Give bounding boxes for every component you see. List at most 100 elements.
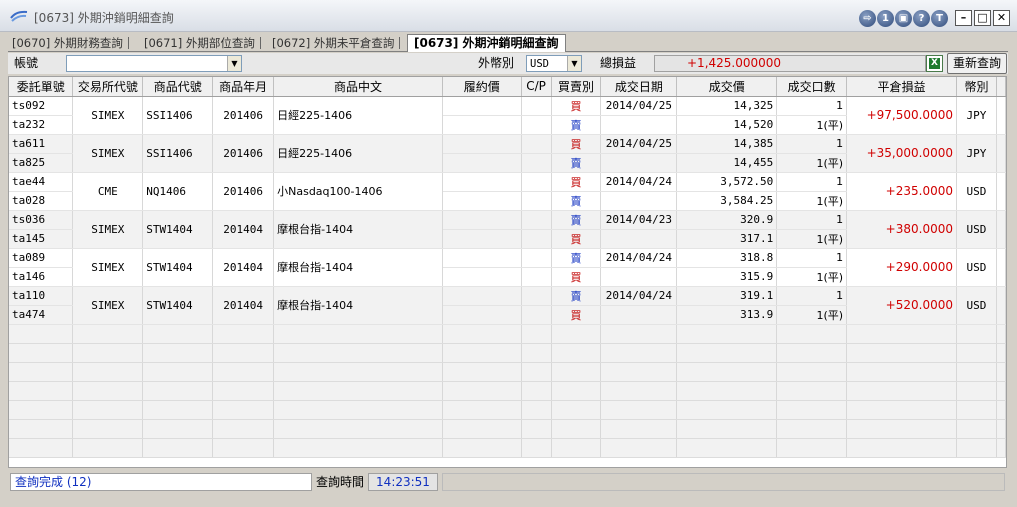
side-cell: 買 bbox=[551, 96, 602, 116]
empty-cell bbox=[442, 343, 522, 363]
minimize-icon[interactable]: – bbox=[955, 10, 972, 26]
requery-button[interactable]: 重新查詢 bbox=[947, 53, 1007, 74]
order-no-cell: ta474 bbox=[9, 305, 74, 325]
account-select[interactable]: ▼ bbox=[66, 55, 242, 72]
column-header[interactable]: 委託單號 bbox=[9, 77, 74, 97]
currency-cell: USD bbox=[956, 172, 997, 211]
column-header[interactable]: C/P bbox=[521, 77, 552, 97]
column-header[interactable]: 幣別 bbox=[956, 77, 997, 97]
empty-row bbox=[9, 400, 1006, 420]
trade-price-cell: 14,325 bbox=[676, 96, 778, 116]
product-month-cell: 201404 bbox=[212, 248, 275, 287]
product-month-cell: 201404 bbox=[212, 286, 275, 325]
empty-cell bbox=[273, 438, 443, 458]
currency-cell: JPY bbox=[956, 134, 997, 173]
trade-price-cell: 319.1 bbox=[676, 286, 778, 306]
empty-cell bbox=[442, 362, 522, 382]
currency-cell: USD bbox=[956, 286, 997, 325]
empty-cell bbox=[442, 324, 522, 344]
filler-cell bbox=[996, 172, 1006, 211]
query-time-label: 查詢時間 bbox=[316, 475, 365, 489]
empty-row bbox=[9, 438, 1006, 458]
empty-cell bbox=[776, 400, 848, 420]
side-cell: 買 bbox=[551, 134, 602, 154]
tab-0672[interactable]: [0672] 外期未平倉查詢 bbox=[272, 35, 401, 51]
empty-row bbox=[9, 362, 1006, 382]
table-row[interactable]: ts092 SIMEX SSI1406 201406 日經225-1406 買 2014/0… bbox=[9, 96, 1006, 135]
trade-qty-cell: 1(平) bbox=[776, 153, 848, 173]
product-name-cell: 摩根台指-1404 bbox=[273, 210, 443, 249]
product-name-cell: 摩根台指-1404 bbox=[273, 248, 443, 287]
trade-date-cell: 2014/04/24 bbox=[600, 248, 678, 268]
info-icon[interactable]: 1 bbox=[877, 10, 894, 27]
table-row[interactable]: ta611 SIMEX SSI1406 201406 日經225-1406 買 2014/0… bbox=[9, 134, 1006, 173]
column-header[interactable]: 成交口數 bbox=[776, 77, 848, 97]
column-header[interactable]: 履約價 bbox=[442, 77, 522, 97]
empty-cell bbox=[776, 381, 848, 401]
tab-0673[interactable]: [0673] 外期沖銷明細查詢 bbox=[407, 34, 566, 52]
side-cell: 賣 bbox=[551, 210, 602, 230]
strike-cell bbox=[442, 115, 522, 135]
table-row[interactable]: ta089 SIMEX STW1404 201404 摩根台指-1404 賣 2014/04… bbox=[9, 248, 1006, 287]
product-month-cell: 201406 bbox=[212, 134, 275, 173]
table-row[interactable]: ts036 SIMEX STW1404 201404 摩根台指-1404 賣 2014/04… bbox=[9, 210, 1006, 249]
query-time-value: 14:23:51 bbox=[368, 473, 438, 491]
table-row[interactable]: tae44 CME NQ1406 201406 小Nasdaq100-1406 買 2014… bbox=[9, 172, 1006, 211]
column-header[interactable]: 買賣別 bbox=[551, 77, 602, 97]
currency-select[interactable]: USD ▼ bbox=[526, 55, 582, 72]
chevron-down-icon[interactable]: ▼ bbox=[227, 56, 241, 71]
trade-date-cell: 2014/04/23 bbox=[600, 210, 678, 230]
empty-cell bbox=[273, 362, 443, 382]
column-header[interactable]: 商品代號 bbox=[142, 77, 214, 97]
print-icon[interactable]: ▣ bbox=[895, 10, 912, 27]
close-icon[interactable]: ✕ bbox=[993, 10, 1010, 26]
trade-price-cell: 313.9 bbox=[676, 305, 778, 325]
empty-cell bbox=[142, 438, 214, 458]
side-cell: 賣 bbox=[551, 248, 602, 268]
empty-cell bbox=[551, 343, 602, 363]
excel-export-button[interactable]: X bbox=[926, 55, 943, 72]
product-name-cell: 摩根台指-1404 bbox=[273, 286, 443, 325]
empty-cell bbox=[776, 419, 848, 439]
help-icon[interactable]: ? bbox=[913, 10, 930, 27]
column-header[interactable]: 平倉損益 bbox=[846, 77, 957, 97]
empty-cell bbox=[956, 438, 997, 458]
column-header[interactable]: 商品年月 bbox=[212, 77, 275, 97]
empty-cell bbox=[846, 400, 957, 420]
table-row[interactable]: ta110 SIMEX STW1404 201404 摩根台指-1404 賣 2014/04… bbox=[9, 286, 1006, 325]
topmost-icon[interactable]: T bbox=[931, 10, 948, 27]
filler-cell bbox=[996, 210, 1006, 249]
chevron-down-icon[interactable]: ▼ bbox=[567, 56, 581, 71]
empty-cell bbox=[846, 324, 957, 344]
export-icon[interactable]: ⇨ bbox=[859, 10, 876, 27]
result-grid[interactable]: 委託單號 交易所代號 商品代號 商品年月 商品中文 履約價 C/P 買賣別 成交日期 成交價 成交口… bbox=[8, 76, 1007, 468]
empty-cell bbox=[600, 324, 678, 344]
empty-cell bbox=[676, 324, 778, 344]
empty-cell bbox=[273, 419, 443, 439]
empty-cell bbox=[776, 362, 848, 382]
empty-cell bbox=[142, 362, 214, 382]
empty-cell bbox=[996, 362, 1006, 382]
exchange-cell: SIMEX bbox=[72, 248, 144, 287]
column-header[interactable]: 交易所代號 bbox=[72, 77, 144, 97]
trade-price-cell: 14,385 bbox=[676, 134, 778, 154]
empty-row bbox=[9, 419, 1006, 439]
empty-cell bbox=[676, 343, 778, 363]
empty-cell bbox=[551, 324, 602, 344]
column-header[interactable]: 商品中文 bbox=[273, 77, 443, 97]
trade-date-cell bbox=[600, 229, 678, 249]
strike-cell bbox=[442, 286, 522, 306]
cp-cell bbox=[521, 305, 552, 325]
strike-cell bbox=[442, 191, 522, 211]
empty-cell bbox=[9, 324, 74, 344]
column-header[interactable]: 成交價 bbox=[676, 77, 778, 97]
strike-cell bbox=[442, 134, 522, 154]
column-header[interactable]: 成交日期 bbox=[600, 77, 678, 97]
empty-cell bbox=[442, 438, 522, 458]
tab-0670[interactable]: [0670] 外期財務查詢 bbox=[12, 35, 129, 51]
maximize-icon[interactable]: □ bbox=[974, 10, 991, 26]
cp-cell bbox=[521, 134, 552, 154]
total-pnl-value: +1,425.000000 bbox=[654, 55, 926, 72]
empty-cell bbox=[9, 419, 74, 439]
tab-0671[interactable]: [0671] 外期部位查詢 bbox=[144, 35, 261, 51]
